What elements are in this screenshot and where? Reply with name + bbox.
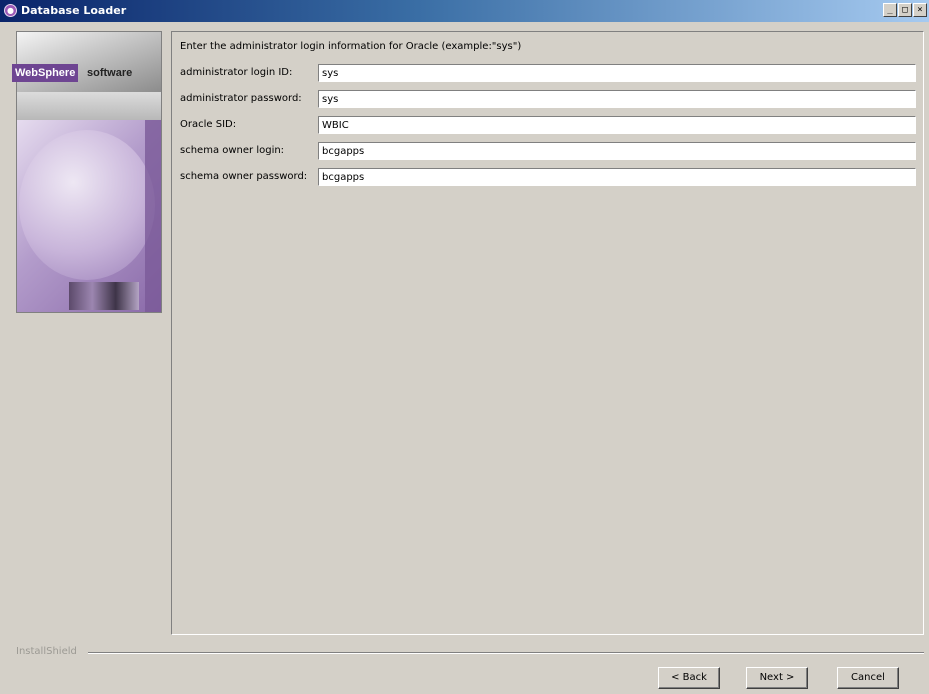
window-controls: _ □ × bbox=[883, 3, 927, 17]
instructions-text: Enter the administrator login informatio… bbox=[180, 41, 522, 52]
back-button[interactable]: < Back bbox=[658, 667, 720, 689]
admin-password-field[interactable] bbox=[318, 90, 916, 108]
sphere-graphic bbox=[19, 130, 155, 280]
app-icon: ● bbox=[4, 4, 17, 17]
next-button[interactable]: Next > bbox=[746, 667, 808, 689]
admin-login-id-label: administrator login ID: bbox=[180, 67, 293, 78]
title-bar: ● Database Loader _ □ × bbox=[0, 0, 929, 22]
banner-logo-strip bbox=[17, 92, 161, 120]
schema-owner-login-field[interactable] bbox=[318, 142, 916, 160]
close-icon[interactable]: × bbox=[913, 3, 927, 17]
cancel-button[interactable]: Cancel bbox=[837, 667, 899, 689]
footer-divider bbox=[88, 652, 924, 654]
banner-top-graphic bbox=[17, 32, 161, 92]
admin-password-label: administrator password: bbox=[180, 93, 302, 104]
oracle-sid-field[interactable] bbox=[318, 116, 916, 134]
banner-thumbnails bbox=[69, 282, 139, 310]
software-label: software bbox=[87, 67, 133, 79]
banner-band bbox=[145, 120, 161, 312]
installshield-label: InstallShield bbox=[16, 646, 77, 657]
oracle-sid-label: Oracle SID: bbox=[180, 119, 237, 130]
schema-owner-password-label: schema owner password: bbox=[180, 171, 308, 182]
minimize-icon[interactable]: _ bbox=[883, 3, 897, 17]
admin-login-id-field[interactable] bbox=[318, 64, 916, 82]
window-title: Database Loader bbox=[21, 4, 127, 17]
schema-owner-password-field[interactable] bbox=[318, 168, 916, 186]
maximize-icon[interactable]: □ bbox=[898, 3, 912, 17]
schema-owner-login-label: schema owner login: bbox=[180, 145, 285, 156]
websphere-logo: WebSphere bbox=[12, 64, 79, 82]
